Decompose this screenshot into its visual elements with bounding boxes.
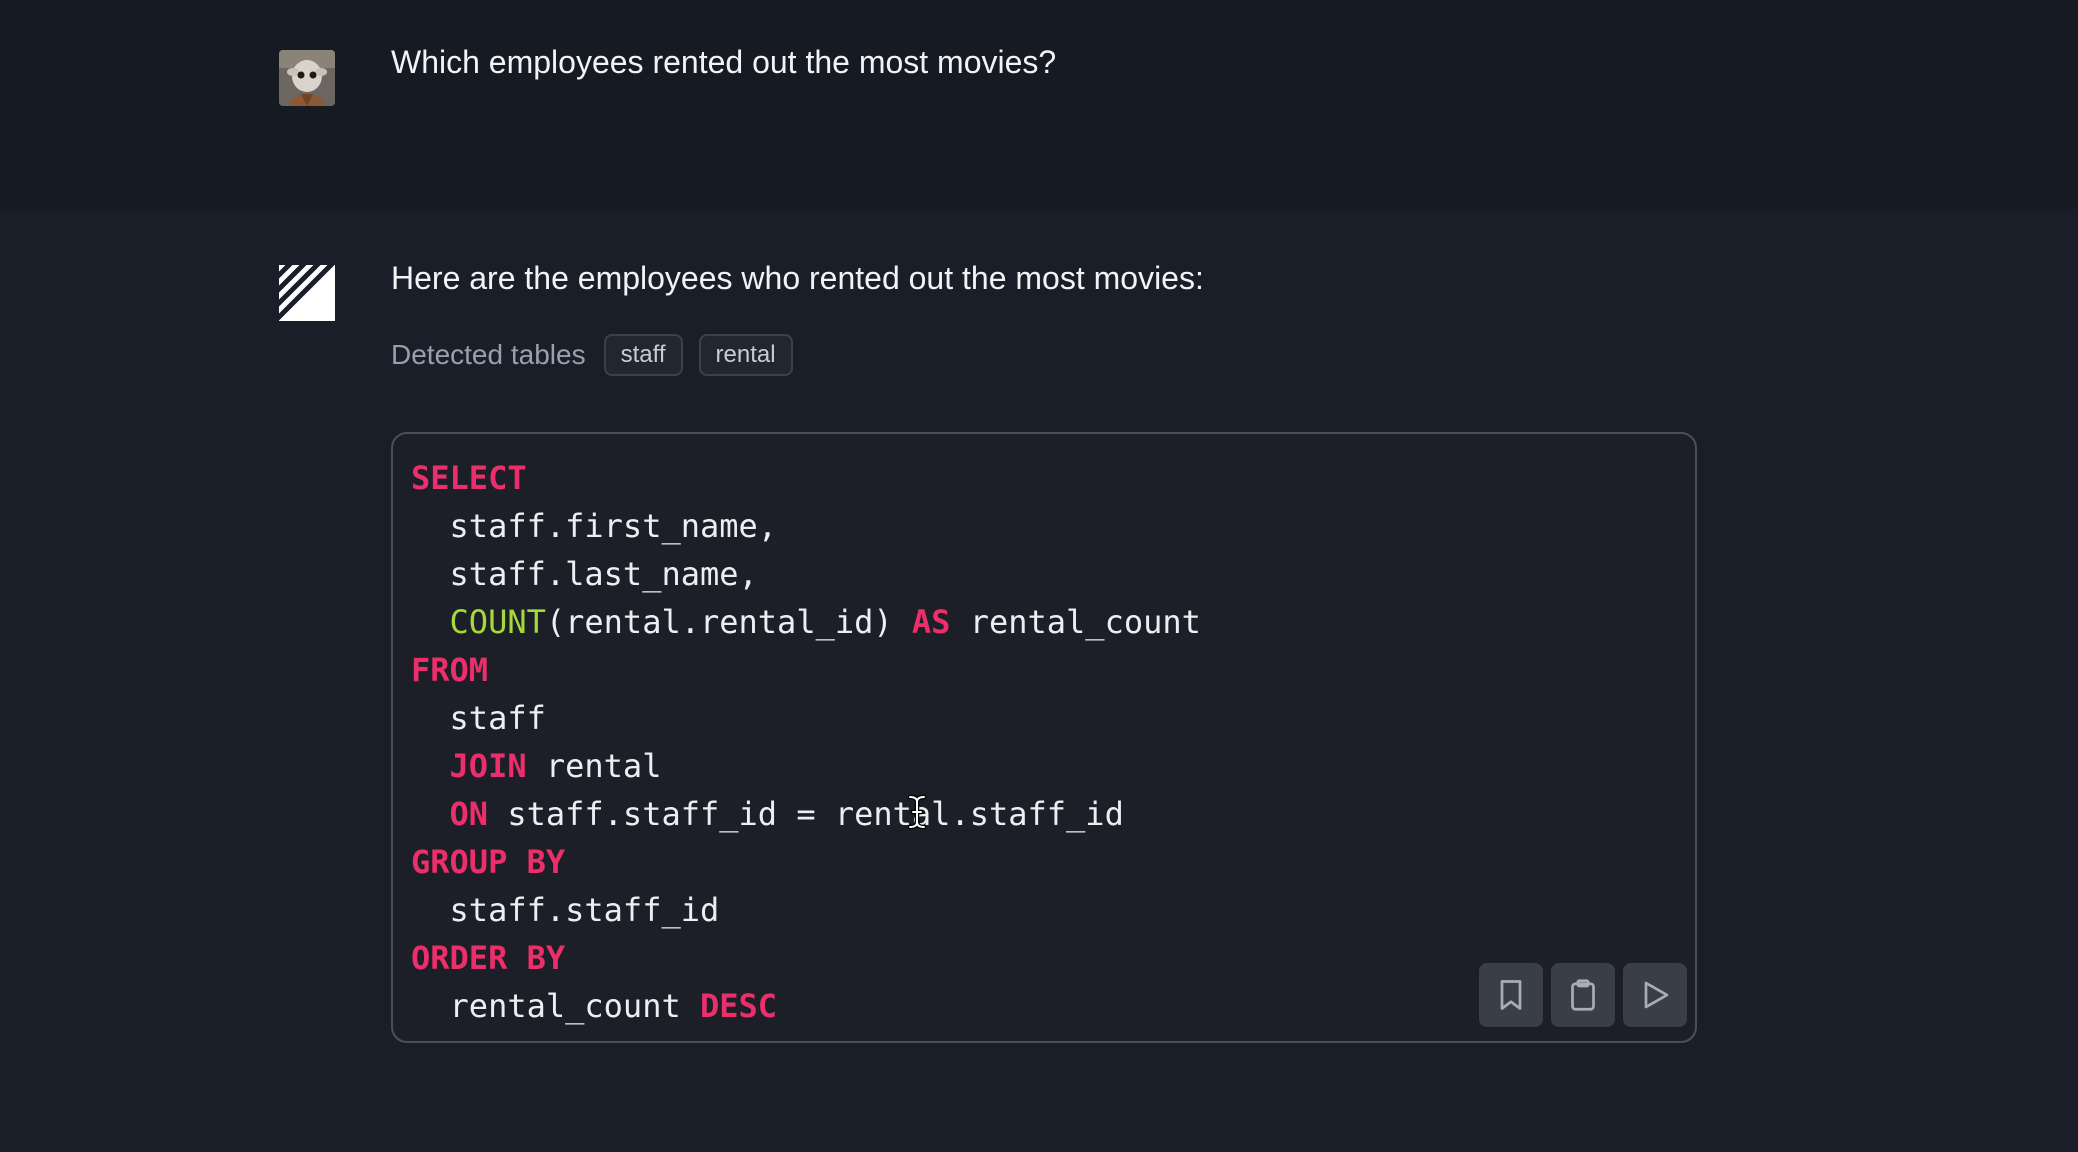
code-text: rental_count bbox=[950, 603, 1201, 641]
run-button[interactable] bbox=[1623, 963, 1687, 1027]
user-message-text: Which employees rented out the most movi… bbox=[391, 44, 1057, 80]
code-line: staff.last_name, bbox=[411, 550, 1201, 598]
code-keyword: FROM bbox=[411, 651, 489, 689]
sql-code-block[interactable]: SELECT staff.first_name, staff.last_name… bbox=[391, 432, 1697, 1043]
code-text: staff bbox=[411, 699, 546, 737]
code-line: GROUP BY bbox=[411, 838, 1201, 886]
code-line: JOIN rental bbox=[411, 742, 1201, 790]
code-keyword: DESC bbox=[699, 987, 778, 1025]
assistant-logo-icon bbox=[273, 259, 337, 323]
code-line: ORDER BY bbox=[411, 934, 1201, 982]
user-avatar bbox=[279, 50, 335, 106]
table-tag-staff[interactable]: staff bbox=[603, 333, 683, 376]
code-text: (rental.rental_id) bbox=[545, 603, 912, 641]
code-keyword: AS bbox=[911, 603, 951, 641]
code-text: rental_count bbox=[411, 987, 700, 1025]
code-function: COUNT bbox=[449, 603, 546, 641]
sql-code[interactable]: SELECT staff.first_name, staff.last_name… bbox=[411, 454, 1201, 1030]
play-icon bbox=[1644, 981, 1669, 1009]
detected-tables: Detected tables staff rental bbox=[391, 332, 793, 377]
code-keyword: ORDER BY bbox=[411, 939, 566, 977]
code-line: staff.staff_id bbox=[411, 886, 1201, 934]
assistant-message-text: Here are the employees who rented out th… bbox=[391, 260, 1204, 296]
code-line: FROM bbox=[411, 646, 1201, 694]
code-text: staff.staff_id = rental.staff_id bbox=[488, 795, 1124, 833]
code-keyword: ON bbox=[449, 795, 489, 833]
bookmark-button[interactable] bbox=[1479, 963, 1543, 1027]
code-actions bbox=[1479, 963, 1687, 1027]
code-line: staff.first_name, bbox=[411, 502, 1201, 550]
code-line: ON staff.staff_id = rental.staff_id bbox=[411, 790, 1201, 838]
code-keyword: SELECT bbox=[411, 459, 527, 497]
detected-tables-label: Detected tables bbox=[391, 338, 586, 370]
table-tag-rental[interactable]: rental bbox=[698, 333, 793, 376]
code-line: COUNT(rental.rental_id) AS rental_count bbox=[411, 598, 1201, 646]
clipboard-icon bbox=[1571, 979, 1595, 1011]
bookmark-icon bbox=[1500, 980, 1522, 1010]
code-line: rental_count DESC bbox=[411, 982, 1201, 1030]
user-message-row: Which employees rented out the most movi… bbox=[0, 0, 2078, 209]
code-text: staff.staff_id bbox=[411, 891, 720, 929]
code-text: staff.last_name, bbox=[411, 555, 758, 593]
code-line: staff bbox=[411, 694, 1201, 742]
code-keyword: GROUP BY bbox=[411, 843, 566, 881]
code-keyword: JOIN bbox=[449, 747, 527, 785]
code-line: SELECT bbox=[411, 454, 1201, 502]
code-text: rental bbox=[526, 747, 662, 785]
code-text: staff.first_name, bbox=[411, 507, 778, 545]
copy-button[interactable] bbox=[1551, 963, 1615, 1027]
